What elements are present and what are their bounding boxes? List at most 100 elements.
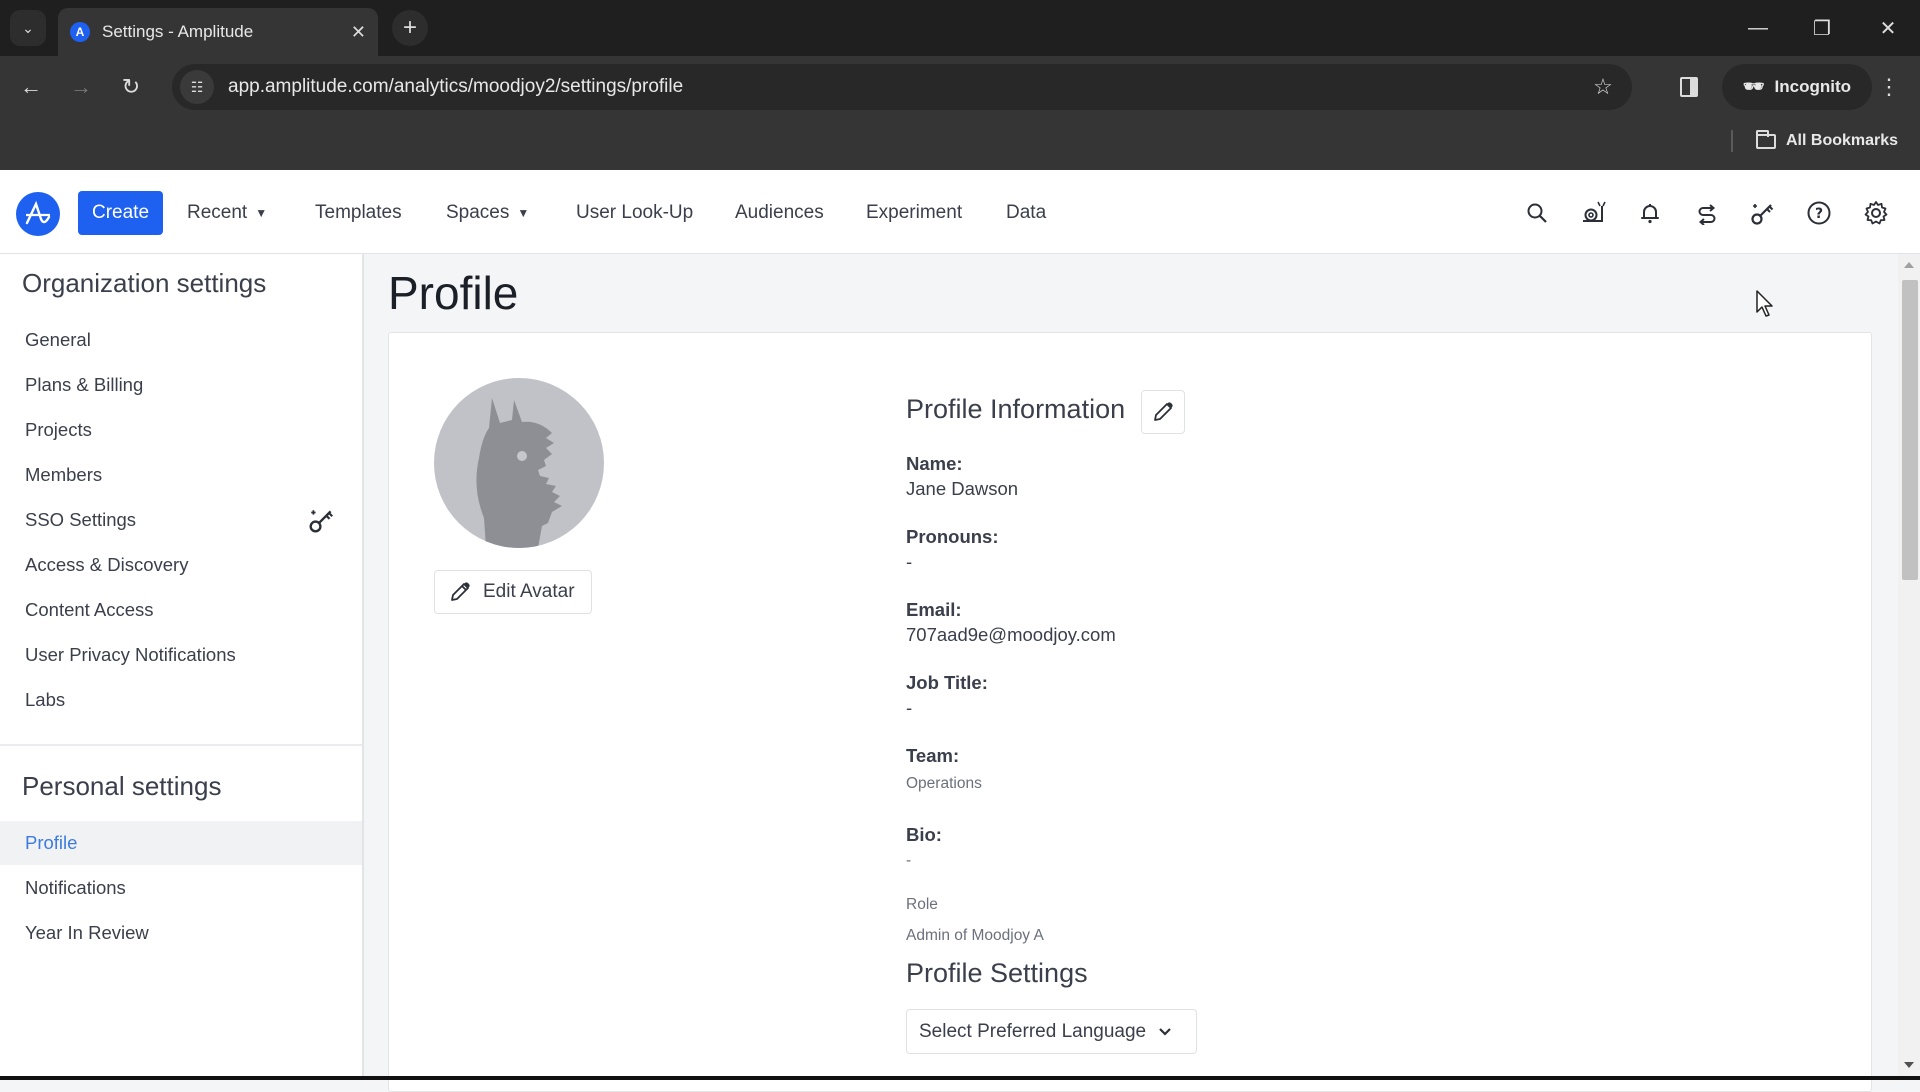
- sidebar-item-label: SSO Settings: [25, 509, 137, 530]
- gear-icon[interactable]: [1859, 196, 1893, 230]
- role-label: Role: [906, 896, 938, 913]
- name-label: Name:: [906, 453, 963, 474]
- reload-button[interactable]: ↻: [114, 70, 148, 104]
- url-text[interactable]: app.amplitude.com/analytics/moodjoy2/set…: [228, 76, 1586, 98]
- sync-icon[interactable]: [1690, 196, 1724, 230]
- nav-data[interactable]: Data: [1006, 191, 1046, 235]
- sidebar-item-user-privacy-notifications[interactable]: User Privacy Notifications: [0, 633, 362, 677]
- monster-avatar-icon: [476, 398, 562, 548]
- sidebar-item-members[interactable]: Members: [0, 453, 362, 497]
- nav-spaces[interactable]: Spaces ▼: [446, 191, 529, 235]
- incognito-label: Incognito: [1774, 77, 1852, 96]
- nav-data-label: Data: [1006, 202, 1047, 223]
- sidebar-item-label: Profile: [25, 832, 78, 853]
- page-scrollbar[interactable]: [1898, 254, 1920, 1080]
- minimize-button[interactable]: —: [1738, 12, 1778, 44]
- all-bookmarks-label: All Bookmarks: [1786, 132, 1899, 149]
- sidebar-item-label: User Privacy Notifications: [25, 644, 236, 665]
- browser-tab-bar: ⌄ A Settings - Amplitude ✕ + — ❐ ✕: [0, 0, 1920, 56]
- sidebar-item-labs[interactable]: Labs: [0, 678, 362, 722]
- incognito-icon: 🕶: [1742, 77, 1765, 96]
- bookmarks-divider: [1731, 130, 1733, 152]
- sidebar-item-profile[interactable]: Profile: [0, 821, 362, 865]
- all-bookmarks-button[interactable]: All Bookmarks: [1756, 126, 1898, 156]
- preferred-language-label: Select Preferred Language: [919, 1020, 1147, 1042]
- search-icon[interactable]: [1520, 196, 1554, 230]
- browser-tab-active[interactable]: A Settings - Amplitude ✕: [58, 8, 378, 56]
- snail-icon[interactable]: [1576, 196, 1610, 230]
- address-bar[interactable]: ☷ app.amplitude.com/analytics/moodjoy2/s…: [172, 64, 1632, 110]
- help-icon[interactable]: ?: [1802, 196, 1836, 230]
- sidebar-item-label: Year In Review: [25, 922, 149, 943]
- nav-experiment[interactable]: Experiment: [866, 191, 962, 235]
- svg-text:?: ?: [1815, 206, 1823, 222]
- folder-icon: [1756, 129, 1776, 149]
- create-button[interactable]: Create: [78, 191, 163, 235]
- sidebar-item-general[interactable]: General: [0, 318, 362, 362]
- new-tab-button[interactable]: +: [392, 10, 428, 46]
- sidebar-item-projects[interactable]: Projects: [0, 408, 362, 452]
- chevron-down-icon: [1159, 1027, 1171, 1036]
- browser-menu-button[interactable]: ⋮: [1872, 70, 1906, 104]
- nav-templates[interactable]: Templates: [315, 191, 402, 235]
- preferred-language-select[interactable]: Select Preferred Language: [906, 1009, 1197, 1054]
- sidebar-item-label: Content Access: [25, 599, 154, 620]
- sidebar-item-notifications[interactable]: Notifications: [0, 866, 362, 910]
- profile-card: [388, 332, 1872, 1092]
- nav-audiences-label: Audiences: [735, 202, 824, 223]
- sidebar-item-label: Plans & Billing: [25, 374, 144, 395]
- scroll-up-arrow-icon[interactable]: [1904, 262, 1914, 268]
- amplitude-logo[interactable]: [16, 192, 60, 236]
- amplitude-favicon-icon: A: [70, 22, 90, 42]
- side-panel-button[interactable]: [1672, 70, 1706, 104]
- forward-button[interactable]: →: [64, 70, 98, 104]
- tab-close-icon[interactable]: ✕: [351, 22, 366, 43]
- sidebar-item-label: Labs: [25, 689, 66, 710]
- mouse-cursor-icon: [1756, 290, 1776, 318]
- sidebar-item-label: Members: [25, 464, 103, 485]
- nav-audiences[interactable]: Audiences: [735, 191, 824, 235]
- edit-profile-button[interactable]: [1141, 390, 1185, 434]
- settings-sidebar: Organization settings General Plans & Bi…: [0, 254, 364, 1080]
- pronouns-value: -: [906, 551, 913, 572]
- nav-user-look-up[interactable]: User Look-Up: [576, 191, 693, 235]
- tab-title: Settings - Amplitude: [102, 22, 254, 41]
- sidebar-item-label: Notifications: [25, 877, 126, 898]
- tab-search-button[interactable]: ⌄: [10, 10, 46, 46]
- edit-avatar-button[interactable]: Edit Avatar: [434, 570, 592, 614]
- back-button[interactable]: ←: [14, 70, 48, 104]
- name-value: Jane Dawson: [906, 478, 1019, 499]
- scrollbar-thumb[interactable]: [1902, 280, 1918, 580]
- reload-icon: ↻: [121, 74, 141, 99]
- browser-toolbar: ← → ↻ ☷ app.amplitude.com/analytics/mood…: [0, 56, 1920, 118]
- key-icon[interactable]: [1746, 196, 1780, 230]
- site-info-icon[interactable]: ☷: [180, 70, 214, 104]
- nav-recent-label: Recent: [187, 202, 248, 223]
- avatar: [434, 378, 604, 548]
- nav-experiment-label: Experiment: [866, 202, 963, 223]
- sidebar-item-label: General: [25, 329, 91, 350]
- sidebar-item-content-access[interactable]: Content Access: [0, 588, 362, 632]
- job-title-value: -: [906, 697, 913, 718]
- restore-button[interactable]: ❐: [1802, 12, 1842, 44]
- incognito-badge[interactable]: 🕶 Incognito: [1722, 64, 1872, 110]
- sidebar-item-access-discovery[interactable]: Access & Discovery: [0, 543, 362, 587]
- window-close-button[interactable]: ✕: [1868, 12, 1908, 44]
- bookmark-star-icon[interactable]: ☆: [1586, 74, 1620, 100]
- org-settings-heading: Organization settings: [22, 268, 267, 298]
- pronouns-label: Pronouns:: [906, 526, 999, 547]
- nav-recent[interactable]: Recent ▼: [187, 191, 267, 235]
- bell-icon[interactable]: [1633, 196, 1667, 230]
- email-value: 707aad9e@moodjoy.com: [906, 624, 1116, 645]
- sidebar-item-plans-billing[interactable]: Plans & Billing: [0, 363, 362, 407]
- key-icon: [308, 506, 336, 534]
- scroll-down-arrow-icon[interactable]: [1904, 1062, 1914, 1068]
- team-label: Team:: [906, 745, 960, 766]
- sidebar-item-label: Projects: [25, 419, 92, 440]
- chevron-down-icon: ▼: [517, 206, 530, 220]
- sidebar-item-year-in-review[interactable]: Year In Review: [0, 911, 362, 955]
- sidebar-divider: [0, 744, 362, 746]
- profile-information-heading: Profile Information: [906, 394, 1126, 424]
- sidebar-item-label: Access & Discovery: [25, 554, 189, 575]
- bio-value: -: [906, 852, 912, 869]
